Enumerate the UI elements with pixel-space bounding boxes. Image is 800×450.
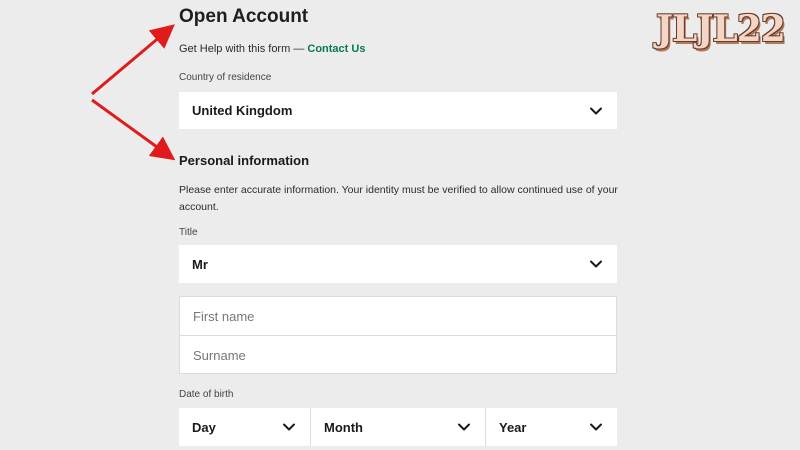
arrow-to-personal-info	[91, 98, 176, 161]
name-field-group	[179, 296, 617, 374]
chevron-down-icon	[589, 104, 603, 118]
brand-logo: JLJL22	[656, 8, 786, 50]
dob-day-value: Day	[192, 419, 216, 435]
dob-year-select[interactable]: Year	[486, 408, 617, 446]
title-label: Title	[179, 227, 198, 238]
contact-us-link[interactable]: Contact Us	[307, 43, 365, 55]
chevron-down-icon	[282, 420, 296, 434]
personal-info-description: Please enter accurate information. Your …	[179, 184, 618, 213]
chevron-down-icon	[589, 420, 603, 434]
dob-year-value: Year	[499, 419, 527, 435]
personal-info-heading: Personal information	[179, 153, 310, 168]
chevron-down-icon	[457, 420, 471, 434]
surname-input[interactable]	[180, 336, 616, 374]
arrow-to-title	[91, 24, 175, 96]
dob-day-select[interactable]: Day	[179, 408, 310, 446]
country-select[interactable]: United Kingdom	[179, 92, 617, 129]
dob-month-select[interactable]: Month	[311, 408, 485, 446]
first-name-input[interactable]	[180, 297, 616, 335]
page-title: Open Account	[179, 6, 309, 27]
chevron-down-icon	[589, 257, 603, 271]
annotation-arrows	[91, 24, 176, 161]
country-label: Country of residence	[179, 72, 272, 83]
country-value: United Kingdom	[192, 103, 293, 118]
title-select[interactable]: Mr	[179, 245, 617, 283]
title-value: Mr	[192, 256, 208, 272]
dob-label: Date of birth	[179, 389, 234, 400]
help-text: Get Help with this form —	[179, 43, 308, 55]
open-account-page: Open Account Get Help with this form — C…	[0, 0, 800, 450]
help-line: Get Help with this form — Contact Us	[179, 43, 365, 55]
dob-month-value: Month	[324, 419, 363, 435]
